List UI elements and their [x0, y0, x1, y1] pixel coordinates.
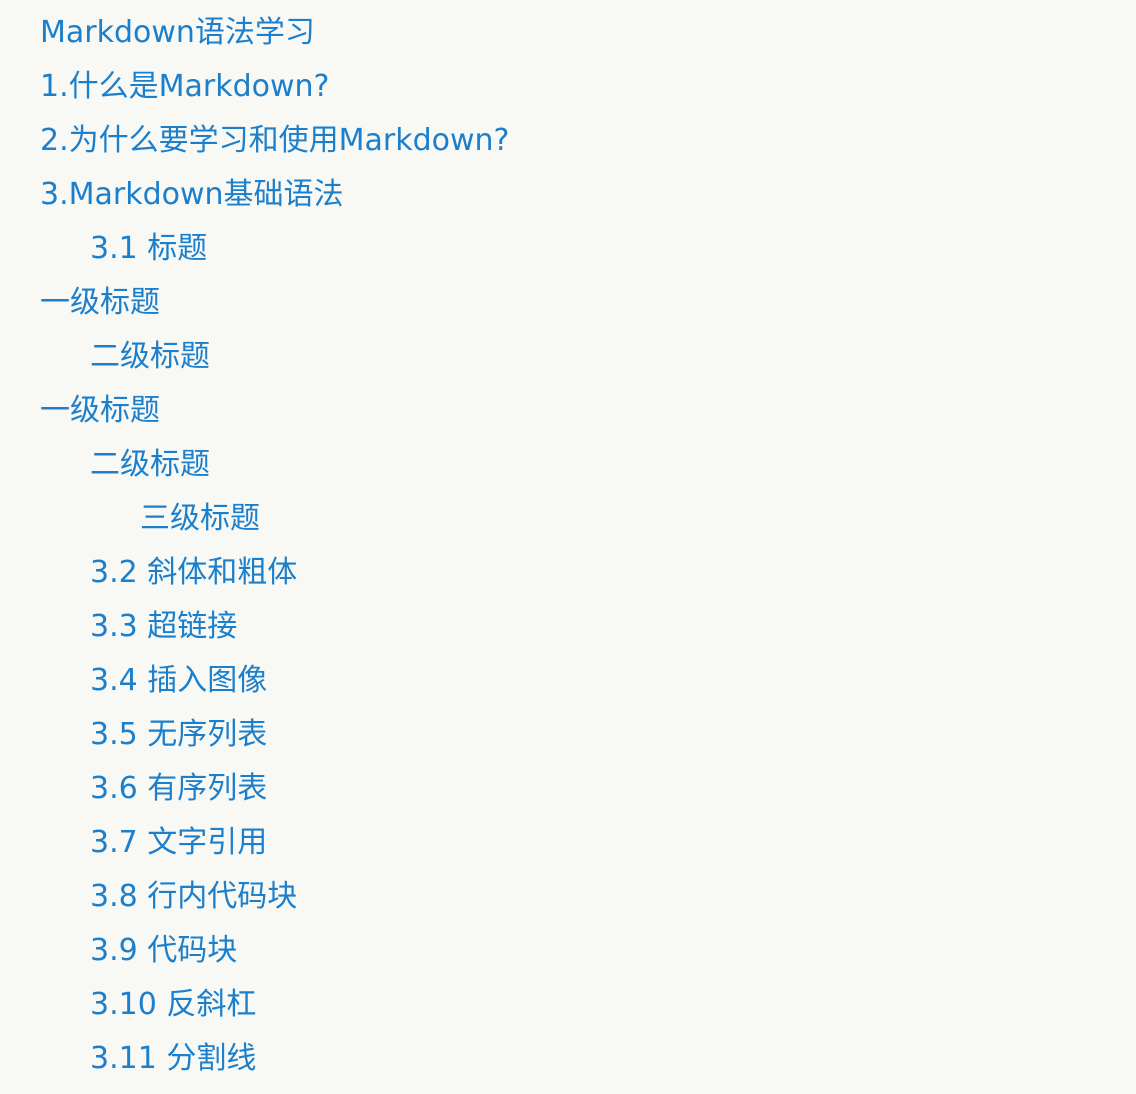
toc-item-inline-code[interactable]: 3.8 行内代码块 [40, 870, 509, 924]
toc-item-title[interactable]: Markdown语法学习 [40, 6, 509, 60]
toc-link[interactable]: 3.1 标题 [90, 231, 207, 266]
toc-link[interactable]: 3.11 分割线 [90, 1041, 256, 1076]
toc-item-insert-image[interactable]: 3.4 插入图像 [40, 654, 509, 708]
toc-item-h1-example-2[interactable]: 一级标题 [40, 384, 509, 438]
toc-item-ordered-list[interactable]: 3.6 有序列表 [40, 762, 509, 816]
toc-link[interactable]: 3.5 无序列表 [90, 717, 267, 752]
toc-item-hyperlink[interactable]: 3.3 超链接 [40, 600, 509, 654]
toc-link[interactable]: 二级标题 [90, 339, 210, 374]
toc-link[interactable]: 3.2 斜体和粗体 [90, 555, 297, 590]
toc-item-basic-syntax[interactable]: 3.Markdown基础语法 [40, 168, 509, 222]
toc-item-unordered-list[interactable]: 3.5 无序列表 [40, 708, 509, 762]
toc-item-what-is-markdown[interactable]: 1.什么是Markdown? [40, 60, 509, 114]
toc-link[interactable]: Markdown语法学习 [40, 15, 315, 50]
toc-item-backslash[interactable]: 3.10 反斜杠 [40, 978, 509, 1032]
table-of-contents: Markdown语法学习 1.什么是Markdown? 2.为什么要学习和使用M… [40, 6, 509, 1086]
toc-link[interactable]: 3.10 反斜杠 [90, 987, 256, 1022]
toc-item-h2-example[interactable]: 二级标题 [40, 330, 509, 384]
toc-link[interactable]: 3.4 插入图像 [90, 663, 267, 698]
toc-link[interactable]: 一级标题 [40, 393, 160, 428]
toc-item-h3-example[interactable]: 三级标题 [40, 492, 509, 546]
toc-item-h1-example[interactable]: 一级标题 [40, 276, 509, 330]
toc-link[interactable]: 3.6 有序列表 [90, 771, 267, 806]
toc-item-headings[interactable]: 3.1 标题 [40, 222, 509, 276]
toc-link[interactable]: 3.3 超链接 [90, 609, 237, 644]
toc-link[interactable]: 1.什么是Markdown? [40, 69, 329, 104]
toc-link[interactable]: 三级标题 [140, 501, 260, 536]
toc-item-quote[interactable]: 3.7 文字引用 [40, 816, 509, 870]
toc-item-why-markdown[interactable]: 2.为什么要学习和使用Markdown? [40, 114, 509, 168]
toc-item-italic-bold[interactable]: 3.2 斜体和粗体 [40, 546, 509, 600]
toc-link[interactable]: 3.7 文字引用 [90, 825, 267, 860]
toc-item-divider[interactable]: 3.11 分割线 [40, 1032, 509, 1086]
toc-link[interactable]: 3.9 代码块 [90, 933, 237, 968]
toc-link[interactable]: 3.Markdown基础语法 [40, 177, 344, 212]
toc-item-h2-example-2[interactable]: 二级标题 [40, 438, 509, 492]
toc-link[interactable]: 一级标题 [40, 285, 160, 320]
toc-link[interactable]: 3.8 行内代码块 [90, 879, 297, 914]
toc-item-code-block[interactable]: 3.9 代码块 [40, 924, 509, 978]
toc-link[interactable]: 2.为什么要学习和使用Markdown? [40, 123, 509, 158]
toc-link[interactable]: 二级标题 [90, 447, 210, 482]
